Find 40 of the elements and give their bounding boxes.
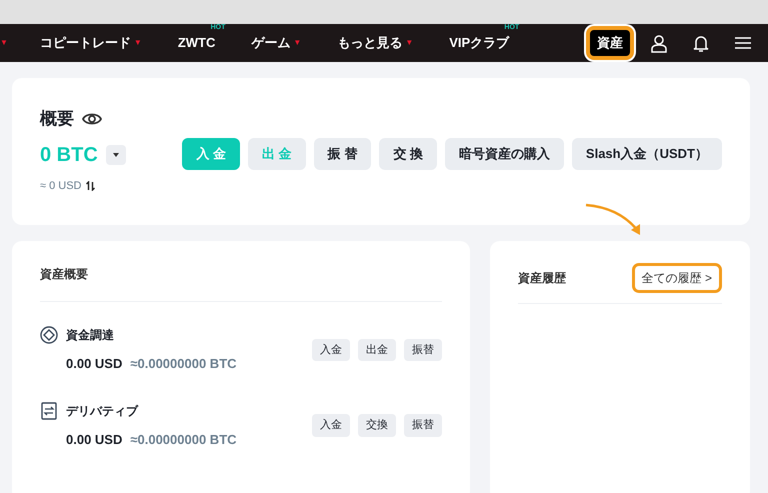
caret-icon: ▼ (293, 37, 302, 49)
action-button[interactable]: 振替 (404, 338, 442, 361)
nav-link-item[interactable]: もっと見る (337, 33, 402, 53)
nav-link-item[interactable]: VIPクラブ (449, 33, 510, 53)
eye-icon[interactable] (82, 112, 102, 126)
nav-link-item[interactable]: コピートレード (40, 33, 131, 53)
section-title: 資産概要 (40, 265, 442, 302)
caret-icon: ▼ (405, 37, 414, 49)
swap-icon[interactable] (86, 180, 94, 191)
pointer-arrow (585, 203, 643, 237)
assets-button[interactable]: 資産 (586, 26, 634, 60)
action-button[interactable]: 交 換 (379, 138, 437, 170)
action-button[interactable]: 振 替 (314, 138, 372, 170)
dropdown-icon[interactable] (106, 144, 126, 164)
balance: 0 BTC (40, 142, 98, 168)
action-button[interactable]: Slash入金（USDT） (572, 138, 722, 170)
user-icon[interactable] (650, 34, 668, 52)
funding-icon (40, 326, 58, 344)
action-button[interactable]: 出金 (358, 338, 396, 361)
account-name: デリバティブ (66, 402, 138, 420)
action-button[interactable]: 交換 (358, 414, 396, 436)
usd-equivalent: ≈ 0 USD (40, 178, 82, 194)
bell-icon[interactable] (692, 34, 710, 52)
action-button[interactable]: 暗号資産の購入 (444, 138, 564, 170)
exchange-icon (40, 402, 58, 420)
btc-amount: ≈0.00000000 BTC (130, 430, 237, 448)
nav-link-item[interactable]: ZWTC (178, 33, 216, 53)
nav-link-item[interactable]: ゲーム (251, 33, 290, 53)
btc-amount: ≈0.00000000 BTC (130, 355, 237, 373)
caret-icon: ▼ (0, 37, 8, 49)
usd-amount: 0.00 USD (66, 355, 122, 373)
action-button[interactable]: 入金 (312, 338, 350, 361)
action-button[interactable]: 入金 (312, 414, 350, 436)
overview-title: 概要 (40, 108, 74, 130)
action-button[interactable]: 振替 (404, 414, 442, 436)
account-name: 資金調達 (66, 327, 114, 344)
section-title: 資産履歴 (518, 270, 566, 287)
usd-amount: 0.00 USD (66, 430, 122, 448)
all-history-link[interactable]: 全ての履歴 > (632, 263, 722, 293)
caret-icon: ▼ (134, 37, 142, 49)
